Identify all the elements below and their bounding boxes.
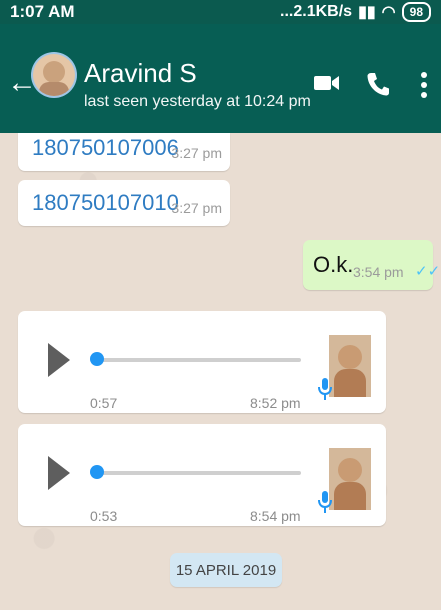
sender-avatar <box>329 335 371 397</box>
audio-seek-handle[interactable] <box>90 352 104 366</box>
play-icon[interactable] <box>48 343 70 377</box>
message-time: 3:27 pm <box>171 145 222 161</box>
contact-name[interactable]: Aravind S <box>84 58 197 88</box>
date-separator: 15 APRIL 2019 <box>170 553 282 587</box>
read-receipt-icon: ✓✓ <box>415 263 441 280</box>
status-time: 1:07 AM <box>10 2 75 21</box>
network-speed: ...2.1KB/s <box>280 3 353 20</box>
sender-avatar <box>329 448 371 510</box>
voice-duration: 0:53 <box>90 508 118 524</box>
more-vert-icon[interactable] <box>420 71 428 99</box>
message-time: 3:54 pm <box>353 264 404 280</box>
audio-progress-track[interactable] <box>96 471 301 475</box>
status-bar: 1:07 AM ...2.1KB/s ▮▮ ◠ 98 <box>0 0 441 24</box>
outgoing-message[interactable]: O.k. 3:54 pm ✓✓ <box>303 240 440 290</box>
microphone-icon <box>318 491 332 513</box>
phone-icon[interactable] <box>366 71 390 97</box>
last-seen-status: last seen yesterday at 10:24 pm <box>84 93 311 110</box>
message-time: 8:54 pm <box>250 508 301 524</box>
message-time: 8:52 pm <box>250 395 301 411</box>
video-call-icon[interactable] <box>313 71 341 95</box>
audio-progress-track[interactable] <box>96 358 301 362</box>
voice-message[interactable]: 0:57 8:52 pm <box>18 311 386 413</box>
voice-message[interactable]: 0:53 8:54 pm <box>18 424 386 526</box>
battery-icon: 98 <box>401 2 431 22</box>
wifi-icon: ◠ <box>381 4 396 21</box>
incoming-message[interactable]: 180750107006 3:27 pm <box>18 133 230 171</box>
status-indicators: ...2.1KB/s ▮▮ ◠ 98 <box>280 2 431 22</box>
contact-avatar[interactable] <box>33 54 75 96</box>
message-text[interactable]: 180750107010 <box>32 190 179 216</box>
chat-header: ← Aravind S last seen yesterday at 10:24… <box>0 24 441 133</box>
message-text: O.k. <box>313 252 354 277</box>
audio-seek-handle[interactable] <box>90 465 104 479</box>
voice-duration: 0:57 <box>90 395 118 411</box>
microphone-icon <box>318 378 332 400</box>
message-time: 3:27 pm <box>171 200 222 216</box>
incoming-message[interactable]: 180750107010 3:27 pm <box>18 180 230 226</box>
message-text[interactable]: 180750107006 <box>32 135 179 161</box>
play-icon[interactable] <box>48 456 70 490</box>
signal-icon: ▮▮ <box>358 4 376 21</box>
